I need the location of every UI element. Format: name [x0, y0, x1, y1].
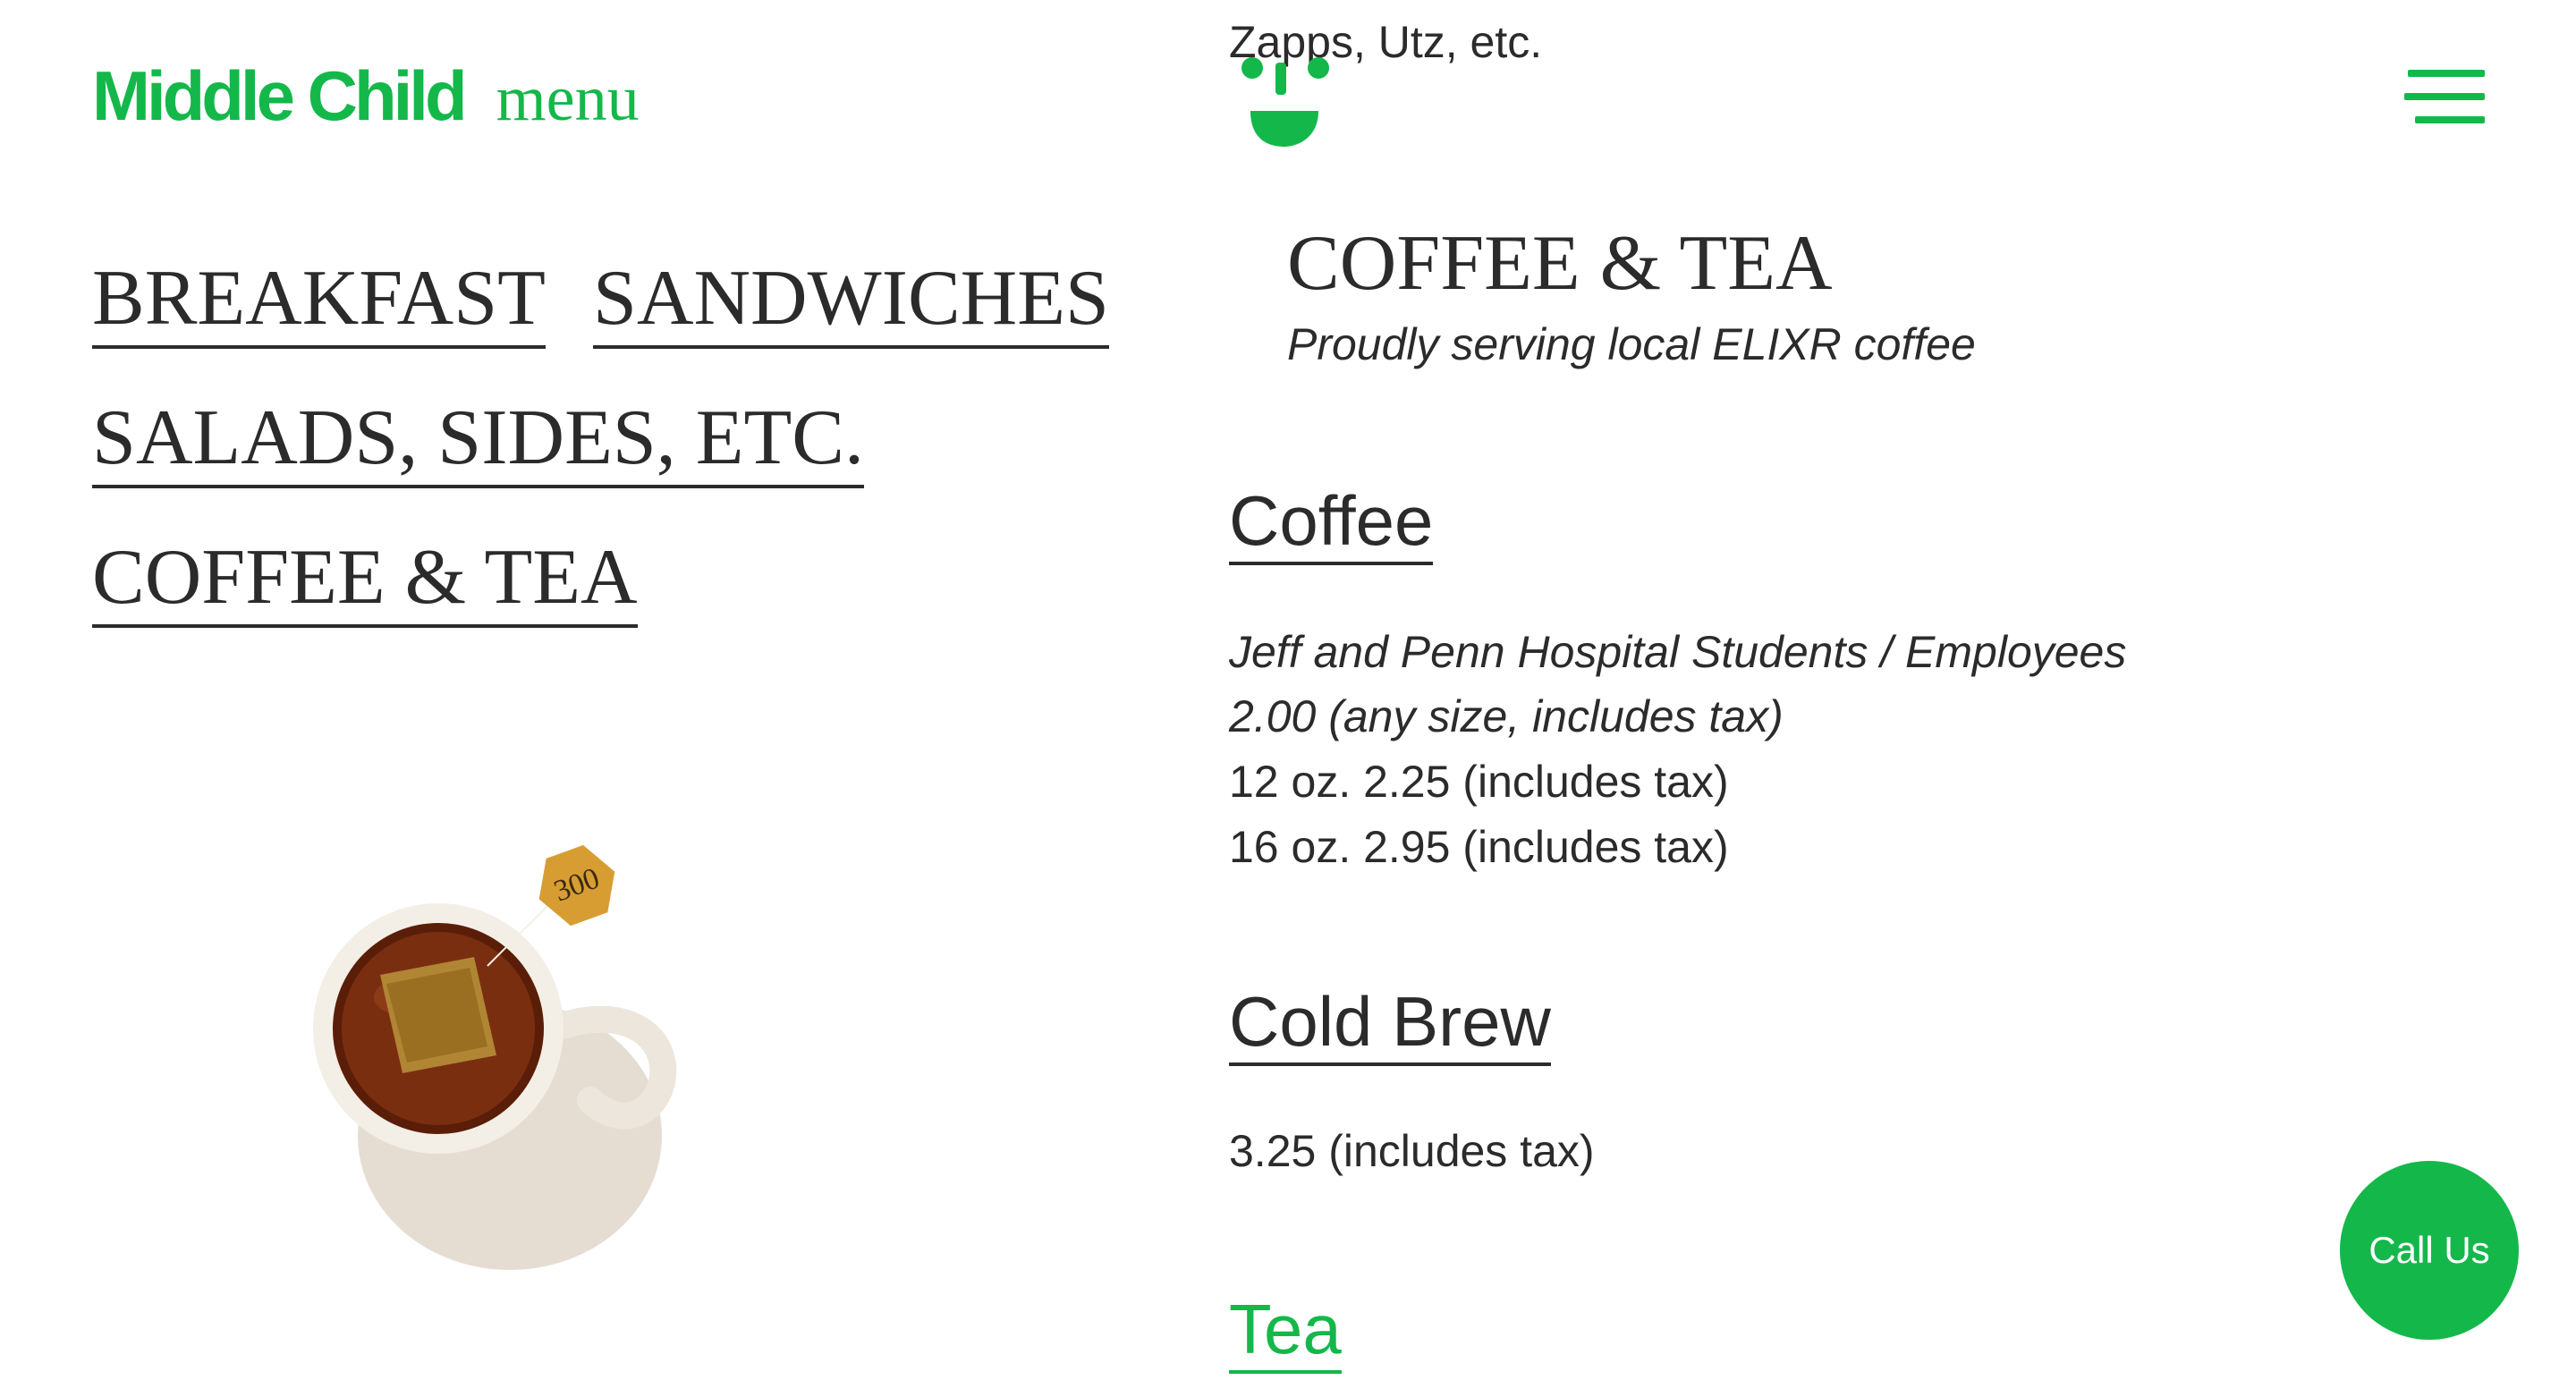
category-link-breakfast[interactable]: BREAKFAST — [92, 257, 546, 350]
page: Middle Child menu BREAKFAST SANDWICHES S… — [0, 0, 2576, 1397]
item-heading-tea[interactable]: Tea — [1229, 1291, 1342, 1374]
section-title: COFFEE & TEA — [1287, 220, 1833, 307]
item-line: Jeff and Penn Hospital Students / Employ… — [1229, 627, 2127, 677]
hamburger-menu-icon[interactable] — [2404, 70, 2485, 123]
item-line: 12 oz. 2.25 (includes tax) — [1229, 757, 1729, 807]
item-line: 3.25 (includes tax) — [1229, 1126, 1595, 1176]
item-line: 16 oz. 2.95 (includes tax) — [1229, 822, 1729, 872]
item-heading-cold-brew[interactable]: Cold Brew — [1229, 983, 1551, 1066]
smiley-face-logo-icon[interactable] — [1233, 50, 1340, 148]
category-link-salads-sides[interactable]: SALADS, SIDES, ETC. — [92, 396, 864, 489]
category-link-coffee-tea[interactable]: COFFEE & TEA — [92, 536, 638, 629]
category-link-sandwiches[interactable]: SANDWICHES — [593, 257, 1109, 350]
tea-cup-image: 300 — [313, 844, 677, 1270]
brand-subtitle: menu — [496, 63, 640, 134]
section-subtitle: Proudly serving local ELIXR coffee — [1287, 319, 1976, 369]
item-line: 2.00 (any size, includes tax) — [1229, 691, 1784, 741]
call-us-button[interactable]: Call Us — [2340, 1161, 2519, 1340]
item-heading-coffee[interactable]: Coffee — [1229, 482, 1434, 565]
brand-name[interactable]: Middle Child — [92, 55, 468, 137]
brand-header[interactable]: Middle Child menu — [92, 55, 640, 137]
